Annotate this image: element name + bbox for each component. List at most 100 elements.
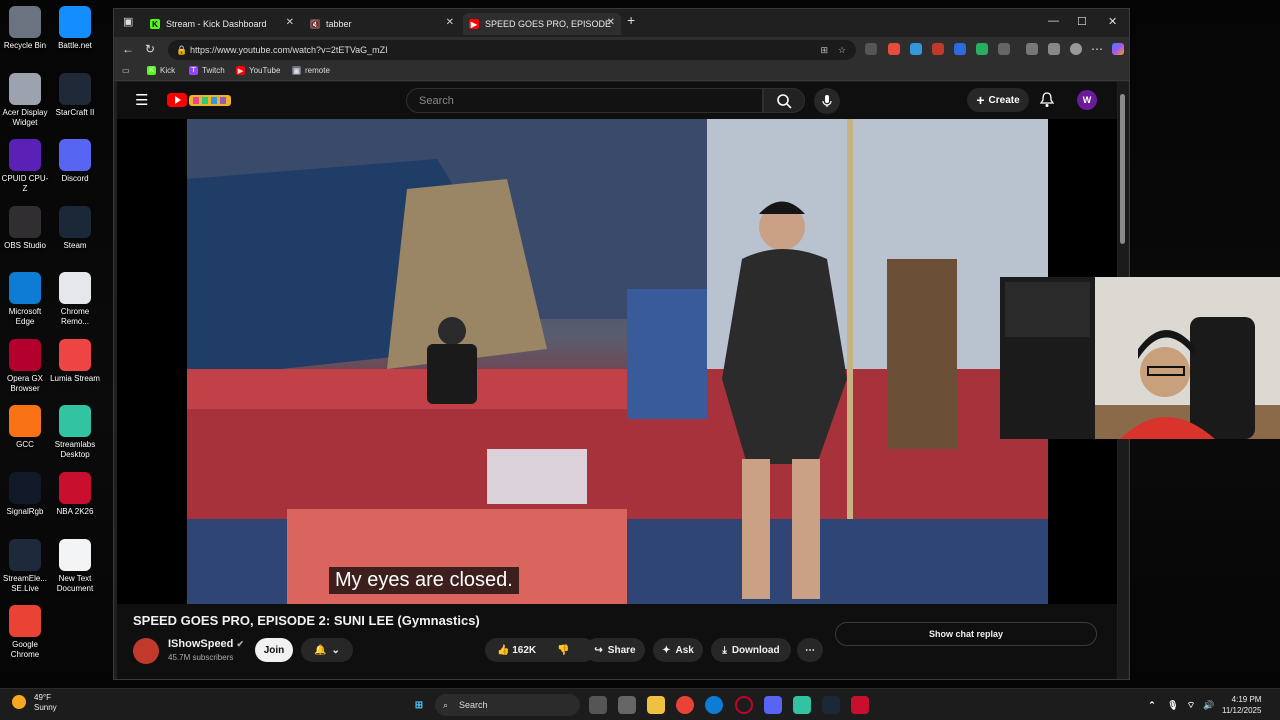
desktop-icon[interactable]: SignalRgb bbox=[0, 472, 50, 517]
favorites-icon[interactable] bbox=[1048, 43, 1060, 55]
desktop-icon[interactable]: Recycle Bin bbox=[0, 6, 50, 51]
app-icon bbox=[59, 472, 91, 504]
show-chat-replay-button[interactable]: Show chat replay bbox=[835, 622, 1097, 646]
close-window-icon[interactable]: ✕ bbox=[1108, 15, 1117, 28]
desktop-icon[interactable]: Google Chrome bbox=[0, 605, 50, 660]
desktop-icon[interactable]: Microsoft Edge bbox=[0, 272, 50, 327]
chrome-icon[interactable] bbox=[676, 696, 694, 714]
desktop-icon[interactable]: Battle.net bbox=[50, 6, 100, 51]
desktop-icon[interactable]: Discord bbox=[50, 139, 100, 184]
edge-icon[interactable] bbox=[705, 696, 723, 714]
menu-icon[interactable]: ☰ bbox=[135, 91, 148, 109]
desktop-icon[interactable]: Steam bbox=[50, 206, 100, 251]
steam-icon[interactable] bbox=[822, 696, 840, 714]
task-view-icon[interactable] bbox=[589, 696, 607, 714]
create-button[interactable]: + Create bbox=[967, 88, 1029, 112]
download-button[interactable]: ⤓ Download bbox=[711, 638, 791, 662]
search-button[interactable] bbox=[763, 88, 805, 113]
dislike-button[interactable]: 👎 bbox=[557, 645, 569, 656]
desktop-icon[interactable]: StreamEle... SE.Live bbox=[0, 539, 50, 594]
desktop-icon[interactable]: StarCraft II bbox=[50, 73, 100, 118]
desktop-icon-label: SignalRgb bbox=[6, 507, 44, 516]
wifi-icon[interactable]: ⌔ bbox=[1182, 696, 1200, 714]
voice-search-button[interactable] bbox=[814, 88, 840, 114]
opera-gx-icon[interactable] bbox=[735, 696, 753, 714]
extension-icon[interactable] bbox=[976, 43, 988, 55]
favorite-twitch[interactable]: T Twitch bbox=[189, 66, 225, 75]
ask-button[interactable]: ✦ Ask bbox=[653, 638, 703, 662]
widgets-icon[interactable] bbox=[618, 696, 636, 714]
account-avatar[interactable]: W bbox=[1077, 90, 1097, 110]
favorite-star-icon[interactable]: ☆ bbox=[838, 40, 846, 60]
tab-youtube-video[interactable]: ▶ SPEED GOES PRO, EPISODE ✕ bbox=[463, 13, 621, 35]
chevron-up-icon[interactable]: ⌃ bbox=[1143, 696, 1161, 714]
weather-widget[interactable]: 49°F Sunny bbox=[12, 693, 57, 713]
microphone-icon[interactable]: 🎙 bbox=[1164, 696, 1182, 714]
refresh-icon[interactable]: ↻ bbox=[145, 42, 155, 56]
desktop-icon[interactable]: OBS Studio bbox=[0, 206, 50, 251]
url-text: https://www.youtube.com/watch?v=2tETVaG_… bbox=[190, 45, 388, 55]
channel-avatar[interactable] bbox=[133, 638, 159, 664]
video-frame[interactable]: My eyes are closed. bbox=[187, 119, 1048, 604]
favorite-remote[interactable]: ▣ remote bbox=[292, 66, 330, 75]
address-bar: ← ↻ 🔒 https://www.youtube.com/watch?v=2t… bbox=[114, 37, 1129, 63]
taskbar-search[interactable]: ⌕ Search bbox=[435, 694, 580, 716]
extension-icon[interactable] bbox=[910, 43, 922, 55]
extension-icon[interactable] bbox=[954, 43, 966, 55]
streamlabs-icon[interactable] bbox=[793, 696, 811, 714]
search-input[interactable]: Search bbox=[406, 88, 763, 113]
start-windows-icon[interactable]: ⊞ bbox=[410, 696, 428, 714]
favorites-menu-icon[interactable]: ▭ bbox=[122, 66, 130, 75]
desktop-icon[interactable]: Acer Display Widget bbox=[0, 73, 50, 128]
extension-icon[interactable] bbox=[932, 43, 944, 55]
profile-icon[interactable] bbox=[1070, 43, 1082, 55]
url-field[interactable]: 🔒 https://www.youtube.com/watch?v=2tETVa… bbox=[168, 40, 856, 60]
system-clock[interactable]: 4:19 PM 11/12/2025 bbox=[1222, 694, 1261, 716]
close-icon[interactable]: ✕ bbox=[446, 17, 454, 28]
more-menu-icon[interactable]: ⋯ bbox=[1091, 42, 1103, 56]
desktop-icon[interactable]: Opera GX Browser bbox=[0, 339, 50, 394]
extension-icon[interactable] bbox=[888, 43, 900, 55]
split-screen-icon[interactable]: ⊞ bbox=[820, 40, 828, 60]
discord-icon[interactable] bbox=[764, 696, 782, 714]
extension-icon[interactable] bbox=[1026, 43, 1038, 55]
extension-icon[interactable] bbox=[865, 43, 877, 55]
copilot-icon[interactable] bbox=[1112, 43, 1124, 55]
like-button[interactable]: 👍 162K bbox=[497, 645, 536, 656]
video-player[interactable]: My eyes are closed. bbox=[117, 119, 1117, 604]
desktop-icon[interactable]: Streamlabs Desktop bbox=[50, 405, 100, 460]
tab-kick-dashboard[interactable]: K Stream - Kick Dashboard ✕ bbox=[144, 13, 300, 35]
desktop-icon[interactable]: Lumia Stream bbox=[50, 339, 100, 384]
desktop-icon-label: OBS Studio bbox=[4, 241, 46, 250]
favorite-youtube[interactable]: ▶ YouTube bbox=[236, 66, 280, 75]
favorite-kick[interactable]: K Kick bbox=[147, 66, 175, 75]
tab-tabber[interactable]: 🔇 tabber ✕ bbox=[304, 13, 460, 35]
close-icon[interactable]: ✕ bbox=[607, 17, 615, 28]
scrollbar-thumb[interactable] bbox=[1120, 94, 1125, 244]
ask-label: Ask bbox=[675, 644, 694, 656]
desktop-icon[interactable]: NBA 2K26 bbox=[50, 472, 100, 517]
join-button[interactable]: Join bbox=[255, 638, 293, 662]
desktop-icon[interactable]: Chrome Remo... bbox=[50, 272, 100, 327]
share-button[interactable]: ↪ Share bbox=[585, 638, 645, 662]
channel-name[interactable]: IShowSpeed ✔ bbox=[168, 638, 244, 650]
nba2k-icon[interactable] bbox=[851, 696, 869, 714]
volume-icon[interactable]: 🔊 bbox=[1200, 696, 1218, 714]
maximize-icon[interactable]: ☐ bbox=[1077, 15, 1087, 28]
back-icon[interactable]: ← bbox=[122, 42, 134, 56]
file-explorer-icon[interactable] bbox=[647, 696, 665, 714]
youtube-logo[interactable] bbox=[167, 92, 233, 109]
minimize-icon[interactable]: — bbox=[1048, 15, 1059, 27]
extensions-puzzle-icon[interactable] bbox=[998, 43, 1010, 55]
desktop-icon-label: GCC bbox=[16, 440, 34, 449]
new-tab-icon[interactable]: + bbox=[627, 12, 635, 28]
close-icon[interactable]: ✕ bbox=[286, 17, 294, 28]
subscribed-button[interactable]: 🔔 ⌄ bbox=[301, 638, 353, 662]
notifications-button[interactable] bbox=[1039, 92, 1055, 113]
desktop-icon[interactable]: CPUID CPU-Z bbox=[0, 139, 50, 194]
more-actions-button[interactable]: ⋯ bbox=[797, 638, 823, 662]
desktop-icon[interactable]: GCC bbox=[0, 405, 50, 450]
desktop-icon[interactable]: New Text Document bbox=[50, 539, 100, 594]
tab-actions-icon[interactable]: ▣ bbox=[123, 15, 133, 28]
youtube-header: ☰ Search + Create W bbox=[117, 82, 1117, 119]
